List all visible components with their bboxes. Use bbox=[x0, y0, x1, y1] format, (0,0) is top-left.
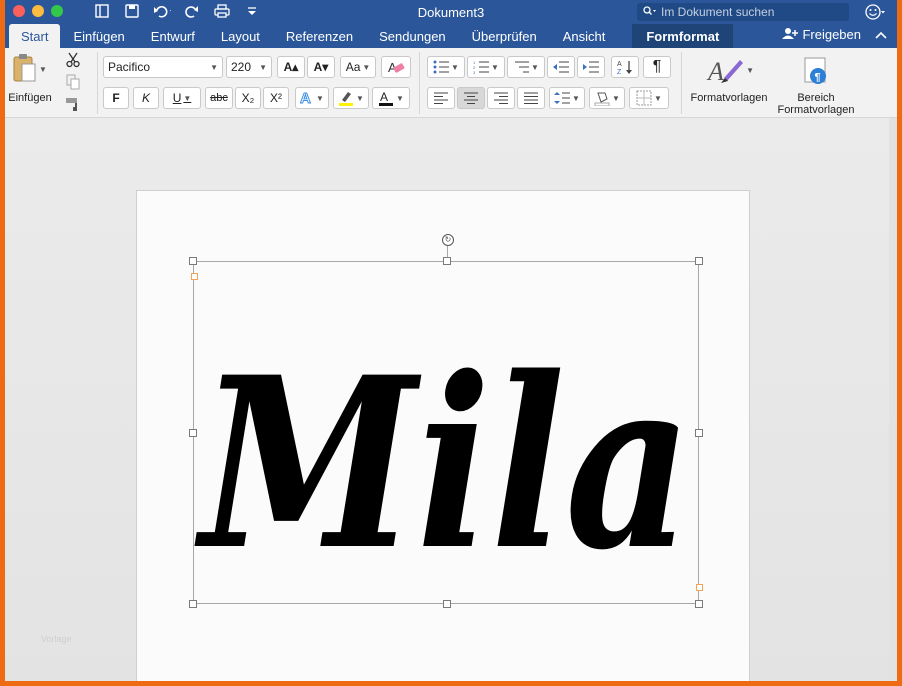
borders-icon[interactable]: ▼ bbox=[629, 87, 669, 109]
ribbon-tabs: Start Einfügen Entwurf Layout Referenzen… bbox=[5, 24, 897, 48]
tab-start[interactable]: Start bbox=[9, 24, 61, 48]
svg-text:A: A bbox=[706, 57, 724, 86]
paste-label: Einfügen bbox=[8, 92, 52, 104]
tab-entwurf[interactable]: Entwurf bbox=[138, 24, 208, 48]
divider bbox=[419, 52, 420, 114]
highlighter-icon[interactable]: ▼ bbox=[333, 87, 369, 109]
outdent-icon[interactable] bbox=[547, 56, 575, 78]
search-box[interactable] bbox=[637, 3, 849, 21]
adjust-handle-right[interactable] bbox=[696, 584, 703, 591]
watermark-text: Vorlage bbox=[41, 634, 72, 644]
title-bar: Dokument3 bbox=[5, 0, 897, 24]
smiley-icon[interactable] bbox=[865, 3, 885, 21]
bold-button[interactable]: F bbox=[103, 87, 129, 109]
styles-pane-label-line2: Formatvorlagen bbox=[777, 104, 855, 116]
change-case-label: Aa bbox=[345, 60, 361, 74]
tab-ueberpruefen[interactable]: Überprüfen bbox=[459, 24, 550, 48]
align-right-icon[interactable] bbox=[487, 87, 515, 109]
styles-icon[interactable]: A ▼ bbox=[705, 52, 755, 88]
shading-icon[interactable]: ▼ bbox=[589, 87, 625, 109]
rotate-icon[interactable]: ↻ bbox=[442, 234, 454, 246]
font-size-value: 220 bbox=[231, 60, 252, 74]
svg-text:A: A bbox=[617, 61, 622, 68]
strikethrough-button[interactable]: abc bbox=[205, 87, 233, 109]
resize-handle-sw[interactable] bbox=[189, 600, 197, 608]
font-name-select[interactable]: Pacifico ▼ bbox=[103, 56, 223, 78]
resize-handle-e[interactable] bbox=[695, 429, 703, 437]
align-left-icon[interactable] bbox=[427, 87, 455, 109]
multilevel-icon[interactable]: ▼ bbox=[507, 56, 545, 78]
add-person-icon bbox=[782, 27, 799, 42]
paste-button[interactable]: ▼ bbox=[9, 52, 49, 86]
styles-label: Formatvorlagen bbox=[690, 92, 768, 104]
divider bbox=[681, 52, 682, 114]
indent-icon[interactable] bbox=[577, 56, 605, 78]
share-button[interactable]: Freigeben bbox=[782, 27, 861, 42]
svg-text:3: 3 bbox=[473, 70, 476, 74]
resize-handle-nw[interactable] bbox=[189, 257, 197, 265]
underline-button[interactable]: U ▼ bbox=[163, 87, 201, 109]
styles-pane-icon[interactable]: ¶ bbox=[799, 54, 833, 88]
subscript-button[interactable]: X₂ bbox=[235, 87, 261, 109]
tab-formformat[interactable]: Formformat bbox=[632, 24, 734, 48]
svg-text:A: A bbox=[380, 90, 388, 104]
copy-icon[interactable] bbox=[63, 72, 83, 92]
styles-pane-label-line1: Bereich bbox=[797, 92, 835, 104]
vertical-scrollbar[interactable] bbox=[889, 118, 897, 681]
tab-referenzen[interactable]: Referenzen bbox=[273, 24, 366, 48]
align-center-icon[interactable] bbox=[457, 87, 485, 109]
justify-icon[interactable] bbox=[517, 87, 545, 109]
ribbon-start: ▼ Einfügen Pacifico ▼ 220 ▼ A▴ A▾ Aa ▼ A F … bbox=[5, 48, 897, 118]
chevron-up-icon[interactable] bbox=[875, 28, 887, 42]
italic-button[interactable]: K bbox=[133, 87, 159, 109]
divider bbox=[97, 52, 98, 114]
app-window: Dokument3 Start Einfügen Entwurf Layout … bbox=[5, 0, 897, 681]
pilcrow-icon[interactable]: ¶ bbox=[643, 56, 671, 78]
resize-handle-n[interactable] bbox=[443, 257, 451, 265]
svg-text:Z: Z bbox=[617, 69, 622, 75]
tab-einfuegen[interactable]: Einfügen bbox=[60, 24, 137, 48]
bullets-icon[interactable]: ▼ bbox=[427, 56, 465, 78]
resize-handle-w[interactable] bbox=[189, 429, 197, 437]
tab-sendungen[interactable]: Sendungen bbox=[366, 24, 459, 48]
tab-ansicht[interactable]: Ansicht bbox=[550, 24, 619, 48]
eraser-icon[interactable]: A bbox=[381, 56, 411, 78]
font-name-value: Pacifico bbox=[108, 60, 151, 74]
wordart-text: Mila bbox=[194, 326, 692, 602]
wordart-graphic: Mila bbox=[194, 326, 692, 602]
clipboard-icon bbox=[11, 53, 37, 86]
adjust-handle-left[interactable] bbox=[191, 273, 198, 280]
search-icon bbox=[643, 3, 657, 21]
font-color-icon[interactable]: A ▼ bbox=[372, 87, 410, 109]
underline-label: U bbox=[172, 91, 182, 105]
shrink-font-button[interactable]: A▾ bbox=[307, 56, 335, 78]
line-spacing-icon[interactable]: ▼ bbox=[549, 87, 585, 109]
svg-text:¶: ¶ bbox=[815, 72, 821, 84]
numbering-icon[interactable]: 1 2 3 ▼ bbox=[467, 56, 505, 78]
resize-handle-se[interactable] bbox=[695, 600, 703, 608]
wordart-shape[interactable]: Mila bbox=[193, 261, 699, 604]
styles-pane-label: Bereich Formatvorlagen bbox=[775, 92, 857, 116]
search-input[interactable] bbox=[661, 5, 841, 19]
resize-handle-ne[interactable] bbox=[695, 257, 703, 265]
scissors-icon[interactable] bbox=[63, 50, 83, 70]
superscript-button[interactable]: X² bbox=[263, 87, 289, 109]
resize-handle-s[interactable] bbox=[443, 600, 451, 608]
tab-layout[interactable]: Layout bbox=[208, 24, 273, 48]
change-case-button[interactable]: Aa ▼ bbox=[340, 56, 376, 78]
sort-icon[interactable]: AZ bbox=[611, 56, 639, 78]
font-size-select[interactable]: 220 ▼ bbox=[226, 56, 272, 78]
svg-text:A: A bbox=[300, 90, 311, 106]
share-label: Freigeben bbox=[802, 27, 861, 42]
text-effects-icon[interactable]: A ▼ bbox=[295, 87, 329, 109]
format-painter-icon[interactable] bbox=[63, 94, 83, 114]
grow-font-button[interactable]: A▴ bbox=[277, 56, 305, 78]
